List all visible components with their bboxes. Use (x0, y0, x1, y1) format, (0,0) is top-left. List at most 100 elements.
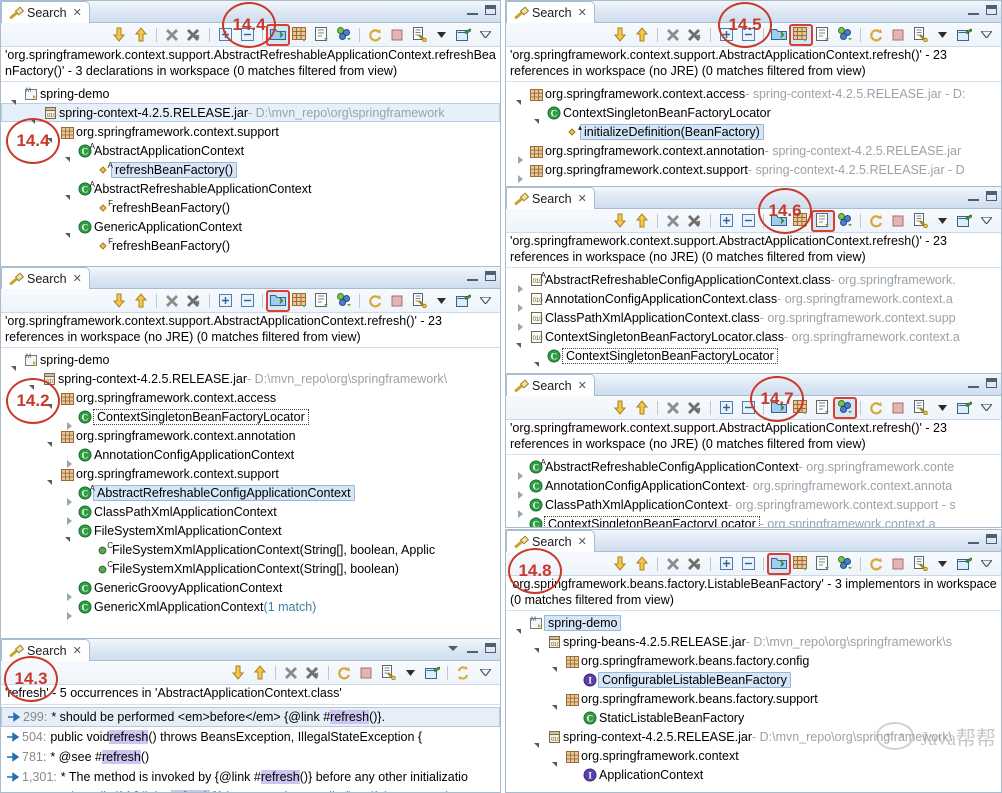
view-menu-icon[interactable] (975, 211, 997, 231)
show-as-type-tree-icon[interactable] (834, 554, 856, 574)
next-match-arrow-down-icon[interactable] (609, 554, 631, 574)
match-line[interactable]: 781: * @see # refresh() (1, 747, 500, 767)
cancel-current-search-icon[interactable] (887, 398, 909, 418)
show-as-type-tree-icon[interactable] (834, 25, 856, 45)
show-as-file-tree-icon[interactable] (812, 554, 834, 574)
collapse-all-icon[interactable] (737, 554, 759, 574)
next-match-arrow-down-icon[interactable] (108, 25, 130, 45)
tree-row[interactable]: C A AbstractRefreshableConfigApplicationCo… (506, 457, 1001, 480)
maximize-button[interactable] (485, 271, 496, 281)
tree-row[interactable]: C A AbstractRefreshableConfigApplicationCo… (1, 483, 500, 506)
tree-row[interactable]: C FileSystemXmlApplicationContext(String[… (1, 559, 500, 578)
minimize-button[interactable] (968, 535, 979, 544)
show-as-file-tree-icon[interactable] (811, 209, 835, 232)
show-as-folder-tree-icon[interactable] (768, 25, 790, 45)
link-with-editor-icon[interactable] (452, 663, 474, 683)
tree-row[interactable]: C ContextSingletonBeanFactoryLocator (506, 346, 1001, 365)
remove-selected-matches-icon[interactable] (662, 25, 684, 45)
cancel-current-search-icon[interactable] (355, 663, 377, 683)
run-current-search-again-icon[interactable] (865, 211, 887, 231)
run-current-search-again-icon[interactable] (364, 291, 386, 311)
remove-all-matches-icon[interactable] (183, 25, 205, 45)
tree-row[interactable]: Mspring-demo (506, 613, 1001, 632)
minimize-button[interactable] (467, 272, 478, 281)
cancel-current-search-icon[interactable] (887, 554, 909, 574)
tree-row[interactable]: org.springframework.context (506, 746, 1001, 765)
tree-row[interactable]: org.springframework.context.access - spr… (506, 84, 1001, 103)
view-menu-icon[interactable] (474, 663, 496, 683)
previous-match-arrow-up-icon[interactable] (631, 25, 653, 45)
tree-row[interactable]: Mspring-demo (1, 84, 500, 103)
pin-search-view-icon[interactable] (452, 291, 474, 311)
remove-selected-matches-icon[interactable] (161, 25, 183, 45)
tree-row[interactable]: org.springframework.context.annotation -… (506, 141, 1001, 164)
tree-row[interactable]: ArefreshBeanFactory() (1, 160, 500, 179)
previous-searches-dropdown-icon[interactable] (430, 25, 452, 45)
close-icon[interactable]: ✕ (578, 6, 587, 19)
tab-search[interactable]: Search ✕ (1, 267, 90, 289)
close-icon[interactable]: ✕ (578, 379, 587, 392)
cancel-current-search-icon[interactable] (887, 211, 909, 231)
expand-all-icon[interactable] (214, 291, 236, 311)
show-previous-searches-icon[interactable] (377, 663, 399, 683)
tree-row[interactable]: C ContextSingletonBeanFactoryLocator - or… (506, 514, 1001, 527)
match-line[interactable]: 1,301: * The method is invoked by {@link … (1, 767, 500, 787)
run-current-search-again-icon[interactable] (333, 663, 355, 683)
collapse-all-icon[interactable] (236, 25, 258, 45)
show-as-folder-tree-icon[interactable] (768, 211, 790, 231)
match-line[interactable]: 299: * should be performed <em>before</em… (1, 706, 500, 727)
remove-selected-matches-icon[interactable] (161, 291, 183, 311)
next-match-arrow-down-icon[interactable] (108, 291, 130, 311)
show-as-folder-tree-icon[interactable] (767, 552, 791, 575)
tree-row[interactable]: C ContextSingletonBeanFactoryLocator (1, 407, 500, 430)
tree-row[interactable]: 010 ClassPathXmlApplicationContext.class … (506, 308, 1001, 331)
maximize-button[interactable] (986, 191, 997, 201)
next-match-arrow-down-icon[interactable] (609, 398, 631, 418)
tree-row[interactable]: 010 ContextSingletonBeanFactoryLocator.cl… (506, 327, 1001, 346)
pin-search-view-icon[interactable] (421, 663, 443, 683)
expand-all-icon[interactable] (715, 25, 737, 45)
maximize-button[interactable] (986, 378, 997, 388)
show-as-type-tree-icon[interactable] (333, 291, 355, 311)
remove-all-matches-icon[interactable] (302, 663, 324, 683)
minimize-button[interactable] (467, 644, 478, 653)
expand-all-icon[interactable] (715, 211, 737, 231)
tree-row[interactable]: C A AbstractRefreshableApplicationContext (1, 179, 500, 198)
maximize-button[interactable] (986, 534, 997, 544)
remove-selected-matches-icon[interactable] (662, 554, 684, 574)
previous-match-arrow-up-icon[interactable] (631, 554, 653, 574)
minimize-button[interactable] (968, 192, 979, 201)
remove-all-matches-icon[interactable] (684, 25, 706, 45)
show-as-type-tree-icon[interactable] (834, 211, 856, 231)
tree-row[interactable]: ▴ initializeDefinition(BeanFactory) (506, 122, 1001, 141)
show-as-folder-tree-icon[interactable] (266, 23, 290, 46)
tree-row[interactable]: C ContextSingletonBeanFactoryLocator (506, 103, 1001, 122)
tab-search[interactable]: Search ✕ (506, 187, 595, 209)
show-as-file-tree-icon[interactable] (812, 25, 834, 45)
run-current-search-again-icon[interactable] (364, 25, 386, 45)
show-as-package-tree-icon[interactable] (790, 211, 812, 231)
previous-match-arrow-up-icon[interactable] (130, 25, 152, 45)
run-current-search-again-icon[interactable] (865, 25, 887, 45)
collapse-all-icon[interactable] (737, 25, 759, 45)
show-as-type-tree-icon[interactable] (333, 25, 355, 45)
maximize-button[interactable] (986, 5, 997, 15)
next-match-arrow-down-icon[interactable] (609, 25, 631, 45)
tree-row[interactable]: C GenericGroovyApplicationContext (1, 578, 500, 601)
match-line[interactable]: 504: public void refresh() throws BeansEx… (1, 727, 500, 747)
collapse-all-icon[interactable] (236, 291, 258, 311)
previous-match-arrow-up-icon[interactable] (130, 291, 152, 311)
tree-row[interactable]: org.springframework.beans.factory.config (506, 651, 1001, 670)
view-menu-icon[interactable] (975, 554, 997, 574)
tab-search[interactable]: Search ✕ (506, 374, 595, 396)
view-menu-icon[interactable] (448, 645, 458, 651)
tree-row[interactable]: org.springframework.context.access (1, 388, 500, 407)
expand-all-icon[interactable] (214, 25, 236, 45)
tree-row[interactable]: 010 spring-context-4.2.5.RELEASE.jar - D:… (1, 103, 500, 122)
tree-row[interactable]: org.springframework.context.support (1, 464, 500, 483)
close-icon[interactable]: ✕ (73, 272, 82, 285)
previous-searches-dropdown-icon[interactable] (931, 398, 953, 418)
show-as-file-tree-icon[interactable] (812, 398, 834, 418)
tree-row[interactable]: FrefreshBeanFactory() (1, 198, 500, 217)
show-as-folder-tree-icon[interactable] (768, 398, 790, 418)
